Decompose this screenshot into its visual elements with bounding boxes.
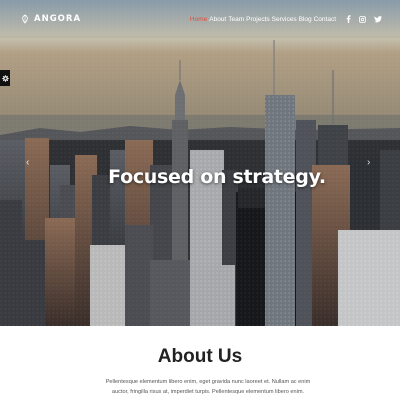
nav-item-team[interactable]: Team <box>228 16 244 23</box>
angora-logo-icon <box>22 14 28 24</box>
brand-name: ANGORA <box>34 14 82 24</box>
nav-item-services[interactable]: Services <box>272 16 297 23</box>
nav-item-contact[interactable]: Contact <box>314 16 336 23</box>
hero-slider: ANGORA Home About Team Projects Services… <box>0 0 400 326</box>
nav-item-projects[interactable]: Projects <box>246 16 269 23</box>
social-links <box>346 15 382 23</box>
about-section: About Us Pellentesque elementum libero e… <box>0 326 400 400</box>
city-skyline-image <box>0 0 400 326</box>
twitter-icon[interactable] <box>374 15 382 23</box>
about-heading: About Us <box>157 346 243 367</box>
top-navbar: ANGORA Home About Team Projects Services… <box>0 0 400 38</box>
nav-item-home[interactable]: Home <box>190 16 207 23</box>
facebook-icon[interactable] <box>346 15 351 23</box>
main-menu: Home About Team Projects Services Blog C… <box>188 15 382 23</box>
settings-toggle[interactable] <box>0 70 10 86</box>
about-description: Pellentesque elementum libero enim, eget… <box>105 379 311 395</box>
nav-item-about[interactable]: About <box>209 16 226 23</box>
instagram-icon[interactable] <box>359 15 366 23</box>
hero-title: Focused on strategy. <box>108 166 326 188</box>
brand[interactable]: ANGORA <box>20 14 81 24</box>
gear-icon <box>1 74 9 82</box>
nav-item-blog[interactable]: Blog <box>299 16 312 23</box>
